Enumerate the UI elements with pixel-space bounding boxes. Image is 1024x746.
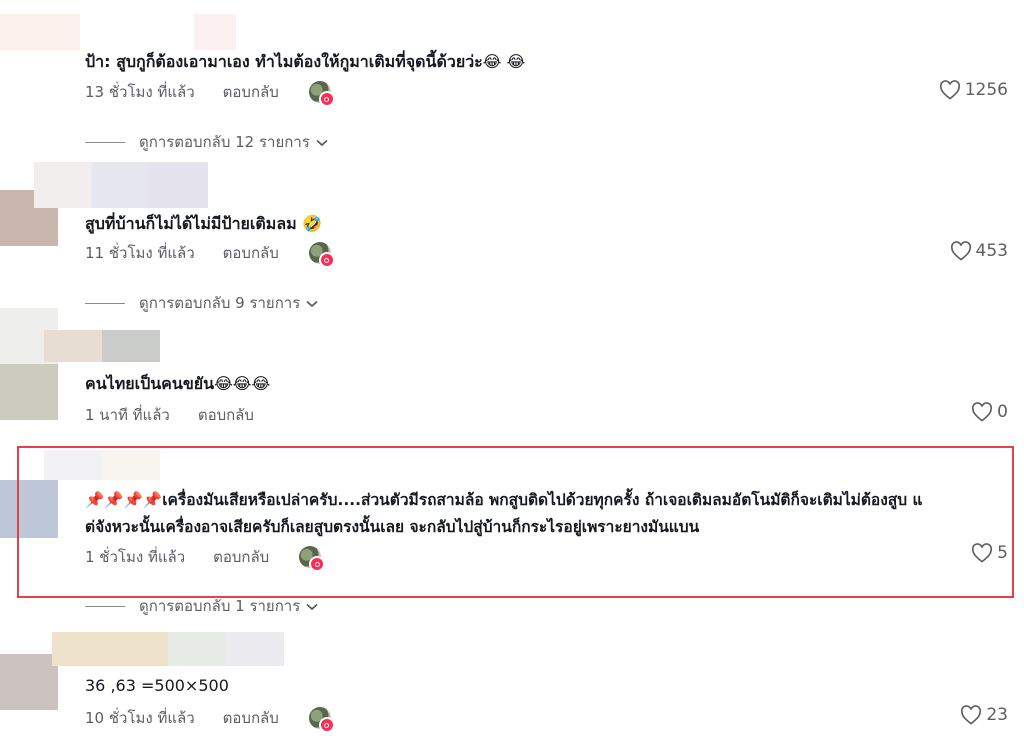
comment-time: 10 ชั่วโมง ที่แล้ว (85, 709, 195, 727)
like-button[interactable]: 1256 (939, 80, 1008, 100)
comment-time: 1 นาที ที่แล้ว (85, 406, 170, 424)
comment-body-line2: ต่จังหวะนั้นเครื่องอาจเสียครับก็เลยสูบตร… (85, 518, 700, 536)
chevron-down-icon (306, 294, 318, 312)
chevron-down-icon (316, 133, 328, 151)
like-button[interactable]: 5 (971, 543, 1008, 563)
creator-liked-avatar (299, 546, 326, 572)
comment-meta: 11 ชั่วโมง ที่แล้ว ตอบกลับ (85, 241, 335, 268)
like-count: 23 (986, 705, 1008, 725)
heart-icon (972, 402, 993, 422)
reply-button[interactable]: ตอบกลับ (198, 403, 254, 427)
like-button[interactable]: 23 (960, 705, 1008, 725)
comment-time: 13 ชั่วโมง ที่แล้ว (85, 83, 195, 101)
comment-body-line1: เครื่องมันเสียหรือเปล่าครับ....ส่วนตัวมี… (162, 491, 923, 509)
heart-icon (972, 543, 993, 563)
comment-meta: 10 ชั่วโมง ที่แล้ว ตอบกลับ (85, 706, 335, 733)
reply-button[interactable]: ตอบกลับ (223, 706, 279, 730)
blurred-avatar (0, 308, 58, 420)
blurred-username (0, 14, 80, 50)
like-button[interactable]: 453 (950, 241, 1008, 261)
creator-liked-avatar (308, 707, 335, 733)
view-replies-button[interactable]: ดูการตอบกลับ 12 รายการ (85, 130, 328, 154)
creator-liked-avatar (308, 242, 335, 268)
heart-icon (950, 241, 971, 261)
heart-icon (961, 705, 982, 725)
emoji: 🤣 (302, 214, 323, 233)
pin-emoji: 📌📌📌📌 (85, 491, 163, 509)
chevron-down-icon (306, 597, 318, 615)
reply-button[interactable]: ตอบกลับ (223, 80, 279, 104)
comment-time: 1 ชั่วโมง ที่แล้ว (85, 548, 186, 566)
reply-button[interactable]: ตอบกลับ (223, 241, 279, 265)
creator-liked-avatar (308, 81, 335, 107)
reply-button[interactable]: ตอบกลับ (213, 545, 269, 569)
like-count: 5 (997, 543, 1008, 563)
comment-body: 36 ,63 =500×500 (85, 676, 229, 695)
comment-body: ป้า: สูบกูก็ต้องเอามาเอง ทำไมต้องให้กูมา… (85, 52, 483, 71)
comment-text: ต่จังหวะนั้นเครื่องอาจเสียครับก็เลยสูบตร… (85, 513, 699, 541)
comment-meta: 1 นาที ที่แล้ว ตอบกลับ (85, 403, 284, 427)
view-replies-button[interactable]: ดูการตอบกลับ 9 รายการ (85, 291, 318, 315)
divider (85, 302, 125, 304)
like-count: 453 (975, 241, 1008, 261)
view-replies-label: ดูการตอบกลับ 12 รายการ (139, 133, 310, 151)
emoji: 😂 😂 (482, 52, 526, 71)
comment-text: ป้า: สูบกูก็ต้องเอามาเอง ทำไมต้องให้กูมา… (85, 48, 525, 76)
comment-body: สูบที่บ้านก็ไม่ได้ไม่มีป้ายเติมลม (85, 214, 297, 233)
creator-like-badge-icon (318, 252, 335, 268)
heart-icon (939, 80, 960, 100)
creator-like-badge-icon (318, 91, 335, 107)
comment-time: 11 ชั่วโมง ที่แล้ว (85, 244, 195, 262)
creator-like-badge-icon (318, 717, 335, 733)
comment-body: คนไทยเป็นคนขยัน (85, 374, 215, 393)
blurred-username (44, 330, 160, 362)
divider (85, 141, 125, 143)
emoji: 😂😂😂 (214, 374, 271, 393)
view-replies-label: ดูการตอบกลับ 9 รายการ (139, 294, 301, 312)
view-replies-button[interactable]: ดูการตอบกลับ 1 รายการ (85, 594, 318, 618)
comment-text: 📌📌📌📌เครื่องมันเสียหรือเปล่าครับ....ส่วนต… (85, 486, 923, 514)
comment-text: สูบที่บ้านก็ไม่ได้ไม่มีป้ายเติมลม 🤣 (85, 210, 322, 238)
comment-text: คนไทยเป็นคนขยัน😂😂😂 (85, 370, 270, 398)
comment-meta: 13 ชั่วโมง ที่แล้ว ตอบกลับ (85, 80, 335, 107)
comment-meta: 1 ชั่วโมง ที่แล้ว ตอบกลับ (85, 545, 326, 572)
blurred-username (34, 162, 208, 208)
like-count: 0 (997, 402, 1008, 422)
blurred-username (194, 14, 236, 50)
comment-text: 36 ,63 =500×500 (85, 672, 229, 700)
view-replies-label: ดูการตอบกลับ 1 รายการ (139, 597, 301, 615)
like-button[interactable]: 0 (971, 402, 1008, 422)
like-count: 1256 (964, 80, 1008, 100)
blurred-avatar (0, 654, 58, 710)
divider (85, 605, 125, 607)
blurred-username (52, 632, 284, 666)
